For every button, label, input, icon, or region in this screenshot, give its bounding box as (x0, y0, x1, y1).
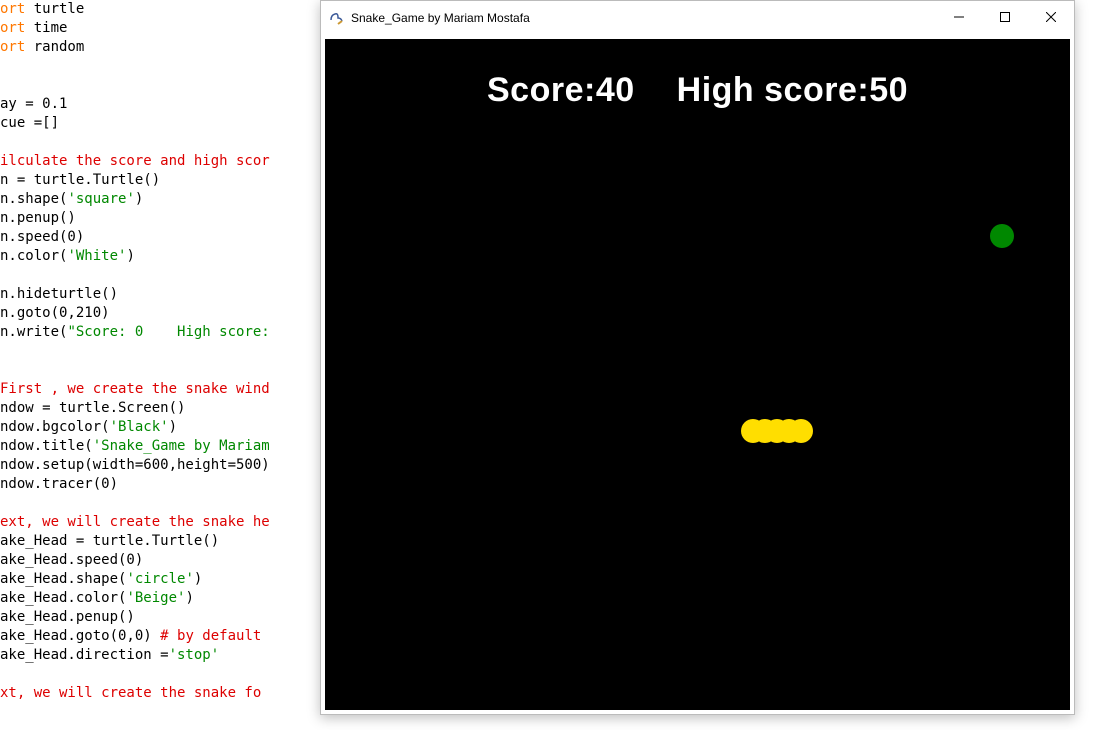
code-line: ndow.title( (0, 438, 93, 454)
code-line: ndow = turtle.Screen() (0, 400, 185, 416)
code-line: n.speed(0) (0, 229, 84, 245)
code-line: ake_Head.goto(0,0) (0, 628, 160, 644)
high-score-label: High score: (677, 71, 870, 109)
app-icon (329, 10, 345, 26)
code-string: 'circle' (126, 571, 193, 587)
snake-food (990, 224, 1014, 248)
code-line: cue =[] (0, 115, 59, 131)
maximize-button[interactable] (982, 1, 1028, 33)
window-controls (936, 1, 1074, 35)
code-string: 'White' (67, 248, 126, 264)
code-comment: xt, we will create the snake fo (0, 685, 261, 701)
score-label: Score: (487, 71, 596, 109)
code-line: n.color( (0, 248, 67, 264)
code-line: ay = 0.1 (0, 96, 67, 112)
code-line: n = turtle.Turtle() (0, 172, 160, 188)
score-value: 40 (596, 71, 635, 109)
code-line: ) (185, 590, 193, 606)
game-window: Snake_Game by Mariam Mostafa Score:40 Hig… (320, 0, 1075, 715)
code-line: ake_Head = turtle.Turtle() (0, 533, 219, 549)
code-module: turtle (34, 1, 85, 17)
code-comment: ext, we will create the snake he (0, 514, 270, 530)
code-keyword: ort (0, 20, 34, 36)
game-canvas[interactable]: Score:40 High score:50 (325, 39, 1070, 710)
code-line: ndow.bgcolor( (0, 419, 110, 435)
close-button[interactable] (1028, 1, 1074, 33)
code-string: "Score: 0 High score: (67, 324, 269, 340)
code-keyword: ort (0, 39, 34, 55)
code-string: 'stop' (169, 647, 220, 663)
code-module: random (34, 39, 85, 55)
code-line: ake_Head.shape( (0, 571, 126, 587)
code-line: n.write( (0, 324, 67, 340)
minimize-button[interactable] (936, 1, 982, 33)
high-score-value: 50 (869, 71, 908, 109)
titlebar[interactable]: Snake_Game by Mariam Mostafa (321, 1, 1074, 35)
code-line: ) (126, 248, 134, 264)
code-module: time (34, 20, 68, 36)
code-line: ake_Head.direction = (0, 647, 169, 663)
code-line: n.goto(0,210) (0, 305, 110, 321)
code-string: 'Snake_Game by Mariam (93, 438, 270, 454)
code-line: ) (169, 419, 177, 435)
code-line: ake_Head.color( (0, 590, 126, 606)
snake-head (789, 419, 813, 443)
code-comment: # by default (160, 628, 261, 644)
code-line: ndow.setup(width=600,height=500) (0, 457, 270, 473)
window-title: Snake_Game by Mariam Mostafa (351, 11, 936, 25)
code-line: ake_Head.speed(0) (0, 552, 143, 568)
code-line: n.penup() (0, 210, 76, 226)
code-string: 'square' (67, 191, 134, 207)
code-string: 'Beige' (126, 590, 185, 606)
code-line: n.hideturtle() (0, 286, 118, 302)
code-keyword: ort (0, 1, 34, 17)
code-line: ) (194, 571, 202, 587)
code-line: ake_Head.penup() (0, 609, 135, 625)
code-line: n.shape( (0, 191, 67, 207)
code-line: ndow.tracer(0) (0, 476, 118, 492)
code-string: 'Black' (110, 419, 169, 435)
code-comment: First , we create the snake wind (0, 381, 270, 397)
code-line: ) (135, 191, 143, 207)
code-comment: ilculate the score and high scor (0, 153, 270, 169)
score-display: Score:40 High score:50 (325, 71, 1070, 110)
